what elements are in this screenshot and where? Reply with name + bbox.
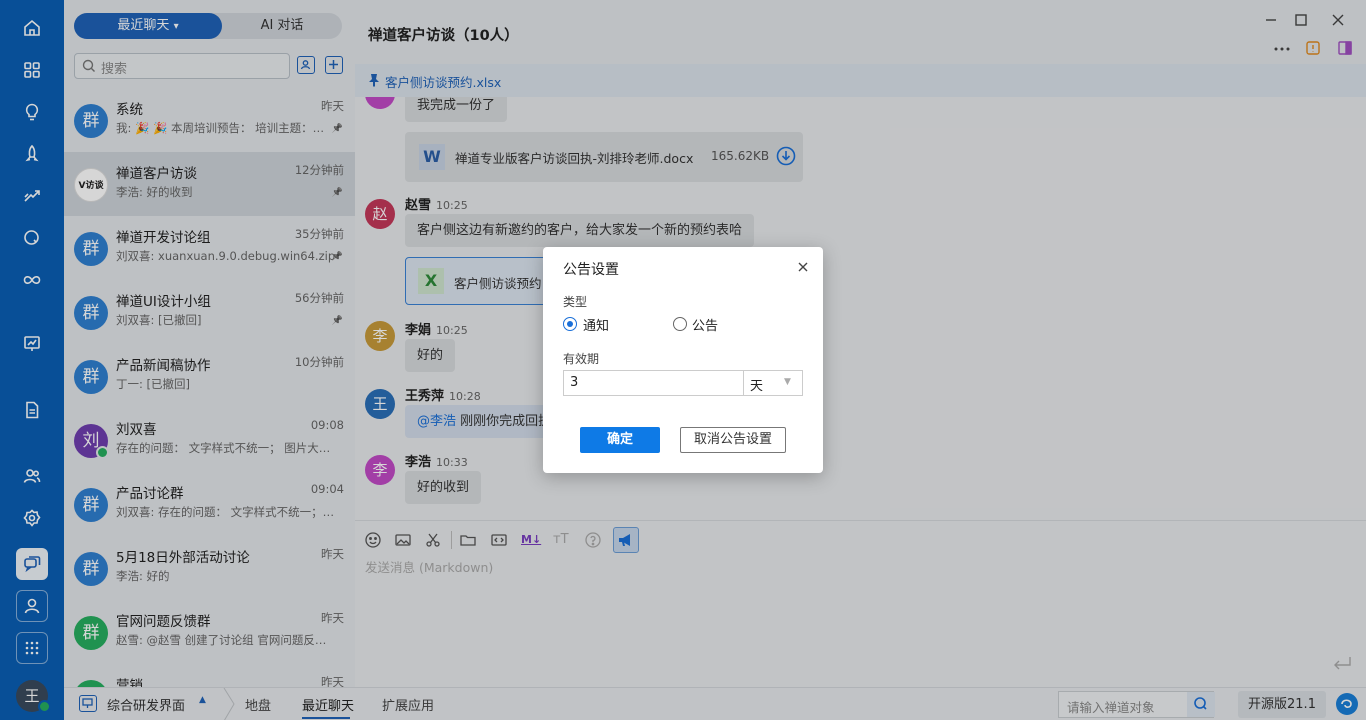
radio-announcement[interactable]: [673, 317, 687, 331]
validity-value: 3: [570, 375, 579, 390]
radio-announcement-label[interactable]: 公告: [692, 315, 718, 334]
type-label: 类型: [563, 295, 588, 309]
cancel-announcement-button[interactable]: 取消公告设置: [680, 427, 786, 453]
unit-select[interactable]: 天 ▼: [743, 370, 803, 396]
validity-input[interactable]: 3: [563, 370, 744, 396]
chevron-down-icon: ▼: [784, 377, 791, 387]
validity-label: 有效期: [563, 352, 600, 366]
radio-notice-label[interactable]: 通知: [583, 315, 609, 334]
close-icon[interactable]: [796, 260, 810, 274]
radio-notice[interactable]: [563, 317, 577, 331]
confirm-button[interactable]: 确定: [580, 427, 660, 453]
dialog-title: 公告设置: [563, 262, 619, 278]
unit-value: 天: [750, 379, 764, 394]
announcement-settings-dialog: 公告设置 类型 通知 公告 有效期 3 天 ▼ 确定 取消公告设置: [543, 247, 823, 473]
